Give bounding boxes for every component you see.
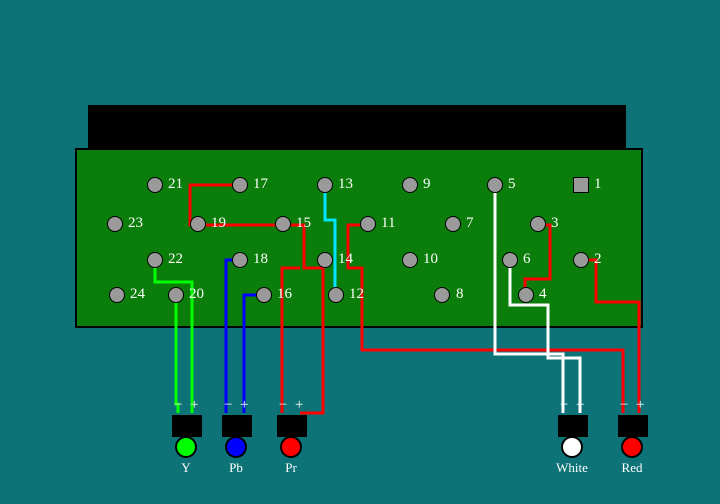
red-jack-label: Red — [622, 460, 643, 476]
pin-23-pad — [107, 216, 123, 232]
pin-14-label: 14 — [338, 251, 353, 268]
red-minus: − — [620, 397, 628, 414]
pb-plus: + — [240, 397, 248, 414]
red-jack-head — [621, 436, 643, 458]
pin-21-label: 21 — [168, 176, 183, 193]
pin-10-pad — [402, 252, 418, 268]
pin-4-label: 4 — [539, 286, 547, 303]
pin-9-pad — [402, 177, 418, 193]
pin-12-label: 12 — [349, 286, 364, 303]
pin-20-label: 20 — [189, 286, 204, 303]
pin-2-pad — [573, 252, 589, 268]
y-plus: + — [190, 397, 198, 414]
pin-9-label: 9 — [423, 176, 431, 193]
y-minus: − — [174, 397, 182, 414]
white-jack-label: White — [556, 460, 588, 476]
pin-15-label: 15 — [296, 215, 311, 232]
pin-2-label: 2 — [594, 251, 602, 268]
y-jack-body — [172, 415, 202, 437]
pin-7-pad — [445, 216, 461, 232]
pr-plus: + — [295, 397, 303, 414]
pin-8-label: 8 — [456, 286, 464, 303]
pin-5-pad — [487, 177, 503, 193]
pin-16-label: 16 — [277, 286, 292, 303]
pin-21-pad — [147, 177, 163, 193]
pin-1-label: 1 — [594, 176, 602, 193]
connector-shroud — [88, 105, 626, 148]
pin-19-pad — [190, 216, 206, 232]
white-plus: + — [576, 397, 584, 414]
white-jack-body — [558, 415, 588, 437]
y-jack-head — [175, 436, 197, 458]
pin-17-label: 17 — [253, 176, 268, 193]
pin-16-pad — [256, 287, 272, 303]
pin-23-label: 23 — [128, 215, 143, 232]
pin-22-pad — [147, 252, 163, 268]
pin-18-pad — [232, 252, 248, 268]
pb-minus: − — [224, 397, 232, 414]
pin-15-pad — [275, 216, 291, 232]
pin-1-pad — [573, 177, 589, 193]
pin-17-pad — [232, 177, 248, 193]
pr-jack-label: Pr — [285, 460, 297, 476]
white-jack-head — [561, 436, 583, 458]
pr-jack-head — [280, 436, 302, 458]
pin-22-label: 22 — [168, 251, 183, 268]
pb-jack-head — [225, 436, 247, 458]
pin-6-label: 6 — [523, 251, 531, 268]
pin-14-pad — [317, 252, 333, 268]
pin-3-pad — [530, 216, 546, 232]
white-minus: − — [560, 397, 568, 414]
pin-18-label: 18 — [253, 251, 268, 268]
pb-jack-label: Pb — [229, 460, 243, 476]
pb-jack-body — [222, 415, 252, 437]
red-jack-body — [618, 415, 648, 437]
y-jack-label: Y — [181, 460, 190, 476]
pin-5-label: 5 — [508, 176, 516, 193]
pin-4-pad — [518, 287, 534, 303]
pr-jack-body — [277, 415, 307, 437]
pin-24-pad — [109, 287, 125, 303]
pin-8-pad — [434, 287, 450, 303]
pin-13-pad — [317, 177, 333, 193]
pin-24-label: 24 — [130, 286, 145, 303]
pin-13-label: 13 — [338, 176, 353, 193]
pr-minus: − — [279, 397, 287, 414]
pin-7-label: 7 — [466, 215, 474, 232]
red-plus: + — [636, 397, 644, 414]
pin-3-label: 3 — [551, 215, 559, 232]
pin-11-label: 11 — [381, 215, 395, 232]
pin-20-pad — [168, 287, 184, 303]
pinout-diagram: { "pins": { "p1": "1","p2": "2","p3": "3… — [0, 0, 720, 504]
pin-10-label: 10 — [423, 251, 438, 268]
pin-19-label: 19 — [211, 215, 226, 232]
pin-11-pad — [360, 216, 376, 232]
pin-12-pad — [328, 287, 344, 303]
pin-6-pad — [502, 252, 518, 268]
